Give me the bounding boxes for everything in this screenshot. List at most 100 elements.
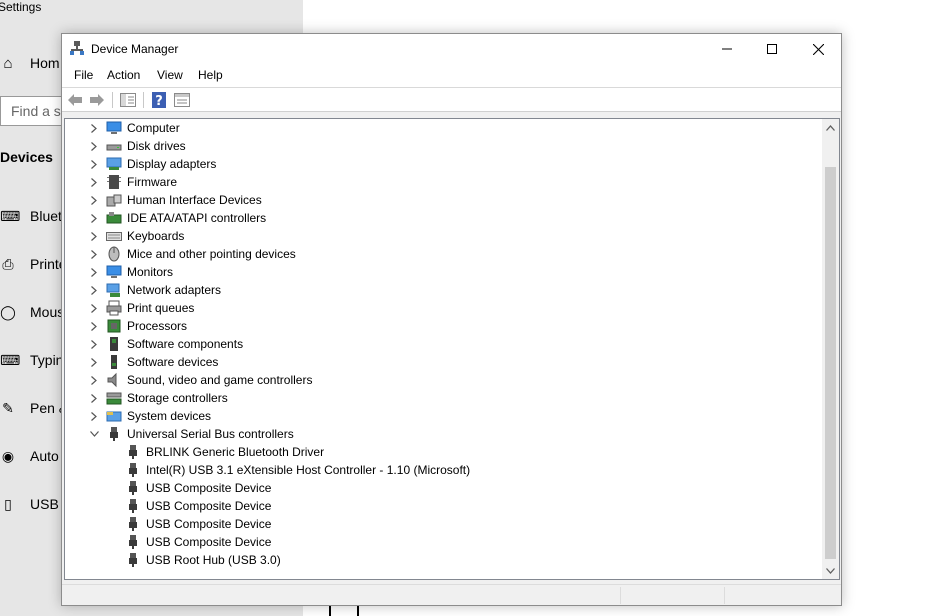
tree-device-item[interactable]: USB Composite Device <box>65 515 822 533</box>
menu-view[interactable]: View <box>156 68 184 82</box>
processor-icon <box>106 318 122 334</box>
scroll-up-arrow-icon[interactable] <box>822 119 839 136</box>
tree-device-item[interactable]: USB Composite Device <box>65 497 822 515</box>
chevron-right-icon[interactable] <box>89 137 99 155</box>
chevron-right-icon[interactable] <box>89 155 99 173</box>
toolbar: ? <box>62 88 841 112</box>
tree-category-item[interactable]: Keyboards <box>65 227 822 245</box>
tree-category-item[interactable]: Human Interface Devices <box>65 191 822 209</box>
settings-item-label: Bluet <box>30 208 62 224</box>
close-button[interactable] <box>795 34 841 64</box>
usb-icon <box>106 426 122 442</box>
chevron-right-icon[interactable] <box>89 263 99 281</box>
chevron-right-icon[interactable] <box>89 209 99 227</box>
help-button[interactable]: ? <box>150 91 168 109</box>
settings-item[interactable]: ⌨ Bluet <box>0 206 62 226</box>
bluetooth-icon: ⌨ <box>0 207 21 224</box>
chevron-right-icon[interactable] <box>89 317 99 335</box>
menu-file[interactable]: File <box>73 68 94 82</box>
maximize-button[interactable] <box>749 34 795 64</box>
tree-category-item[interactable]: IDE ATA/ATAPI controllers <box>65 209 822 227</box>
software-component-icon <box>106 336 122 352</box>
tree-category-item[interactable]: Universal Serial Bus controllers <box>65 425 822 443</box>
tree-device-item[interactable]: USB Composite Device <box>65 533 822 551</box>
menu-help[interactable]: Help <box>197 68 224 82</box>
tree-category-item[interactable]: Storage controllers <box>65 389 822 407</box>
settings-item[interactable]: ✎ Pen & <box>0 398 68 418</box>
settings-item-label: USB <box>30 496 59 512</box>
toolbar-separator <box>112 92 113 108</box>
chevron-right-icon[interactable] <box>89 281 99 299</box>
tree-category-label: Sound, video and game controllers <box>127 373 313 387</box>
chevron-right-icon[interactable] <box>89 173 99 191</box>
settings-item[interactable]: ⌨ Typin <box>0 350 63 370</box>
tree-category-item[interactable]: Sound, video and game controllers <box>65 371 822 389</box>
chevron-right-icon[interactable] <box>89 299 99 317</box>
chevron-right-icon[interactable] <box>89 335 99 353</box>
tree-device-label: Intel(R) USB 3.1 eXtensible Host Control… <box>146 463 471 477</box>
tree-category-item[interactable]: Mice and other pointing devices <box>65 245 822 263</box>
chevron-right-icon[interactable] <box>89 389 99 407</box>
toolbar-separator <box>143 92 144 108</box>
tree-category-item[interactable]: Monitors <box>65 263 822 281</box>
settings-item[interactable]: ◉ Auto <box>0 446 59 466</box>
minimize-button[interactable] <box>704 34 750 64</box>
tree-category-item[interactable]: Software components <box>65 335 822 353</box>
tree-category-item[interactable]: Display adapters <box>65 155 822 173</box>
tree-device-item[interactable]: BRLINK Generic Bluetooth Driver <box>65 443 822 461</box>
chevron-right-icon[interactable] <box>89 191 99 209</box>
device-manager-window: Device Manager File Action View Help ? C… <box>61 33 842 606</box>
pen-icon: ✎ <box>2 399 14 416</box>
chevron-right-icon[interactable] <box>89 407 99 425</box>
chevron-right-icon[interactable] <box>89 371 99 389</box>
autoplay-icon: ◉ <box>1 447 15 464</box>
tree-category-item[interactable]: Network adapters <box>65 281 822 299</box>
scroll-thumb[interactable] <box>825 167 836 559</box>
chevron-right-icon[interactable] <box>89 353 99 371</box>
tree-category-item[interactable]: System devices <box>65 407 822 425</box>
tree-category-label: Monitors <box>127 265 174 279</box>
tree-category-label: Network adapters <box>127 283 222 297</box>
monitor-icon <box>106 264 122 280</box>
settings-item-label: Typin <box>30 352 64 368</box>
tree-category-item[interactable]: Software devices <box>65 353 822 371</box>
title-bar[interactable]: Device Manager <box>62 34 841 64</box>
device-tree[interactable]: Computer Disk drives Display adapters Firmw… <box>64 118 840 580</box>
display-adapter-icon <box>106 156 122 172</box>
usb-icon <box>125 444 141 460</box>
settings-home-item[interactable]: ⌂ Hom <box>0 55 59 72</box>
printer-icon <box>106 300 122 316</box>
tree-device-label: USB Composite Device <box>146 481 272 495</box>
forward-button[interactable] <box>88 91 106 109</box>
menu-action[interactable]: Action <box>106 68 141 82</box>
tree-category-item[interactable]: Computer <box>65 119 822 137</box>
scroll-down-arrow-icon[interactable] <box>822 562 839 579</box>
keyboard-icon: ⌨ <box>0 351 21 368</box>
settings-item[interactable]: ▯ USB <box>0 494 59 514</box>
tree-category-item[interactable]: Disk drives <box>65 137 822 155</box>
settings-item[interactable]: ◯ Mous <box>0 302 64 322</box>
chevron-right-icon[interactable] <box>89 245 99 263</box>
tree-category-item[interactable]: Processors <box>65 317 822 335</box>
back-button[interactable] <box>66 91 84 109</box>
vertical-scrollbar[interactable] <box>822 119 839 579</box>
tree-device-item[interactable]: USB Composite Device <box>65 479 822 497</box>
status-pane-divider <box>724 587 725 604</box>
tree-category-item[interactable]: Firmware <box>65 173 822 191</box>
storage-controller-icon <box>106 390 122 406</box>
properties-button[interactable] <box>173 91 191 109</box>
printer-icon: ⎙ <box>2 255 14 272</box>
settings-item[interactable]: ⎙ Printe <box>0 254 66 274</box>
chevron-right-icon[interactable] <box>89 227 99 245</box>
tree-device-item[interactable]: Intel(R) USB 3.1 eXtensible Host Control… <box>65 461 822 479</box>
tree-category-item[interactable]: Print queues <box>65 299 822 317</box>
tree-category-label: Mice and other pointing devices <box>127 247 296 261</box>
tree-device-item[interactable]: USB Root Hub (USB 3.0) <box>65 551 822 569</box>
ide-controller-icon <box>106 210 122 226</box>
computer-icon <box>106 120 122 136</box>
show-hide-console-tree-button[interactable] <box>119 91 137 109</box>
chevron-down-icon[interactable] <box>89 425 99 443</box>
mouse-icon: ◯ <box>0 303 16 320</box>
usb-icon <box>125 480 141 496</box>
chevron-right-icon[interactable] <box>89 119 99 137</box>
